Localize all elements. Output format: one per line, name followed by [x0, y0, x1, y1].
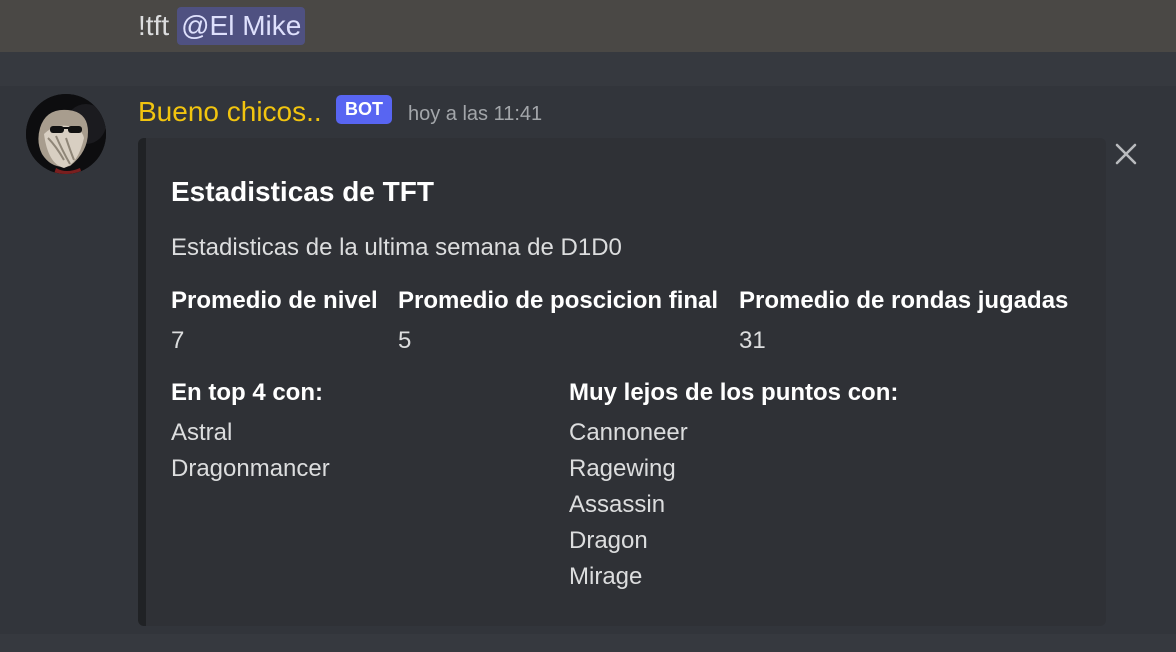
- list-item: Dragonmancer: [171, 455, 330, 482]
- list-item: Ragewing: [569, 455, 676, 482]
- field-value-posicion: 5: [398, 327, 412, 354]
- message-separator: [0, 52, 1176, 86]
- field-name-nivel: Promedio de nivel: [171, 287, 378, 314]
- list-item: Assassin: [569, 491, 666, 518]
- avatar[interactable]: [26, 94, 106, 174]
- list-item: Dragon: [569, 527, 648, 554]
- author-name[interactable]: Bueno chicos..: [138, 92, 322, 132]
- bearded-sunglasses-avatar-icon: [26, 94, 106, 174]
- user-mention[interactable]: @El Mike: [177, 7, 306, 45]
- bot-badge: BOT: [336, 95, 392, 124]
- embed-title: Estadisticas de TFT: [171, 176, 434, 207]
- field-name-rondas: Promedio de rondas jugadas: [739, 287, 1069, 314]
- previous-message-text: !tft @El Mike: [138, 6, 306, 46]
- message-list-bottom: [0, 634, 1176, 652]
- embed-description: Estadisticas de la ultima semana de D1D0: [171, 234, 622, 261]
- field-value-nivel: 7: [171, 327, 185, 354]
- command-text: !tft: [138, 10, 170, 41]
- previous-message: !tft @El Mike: [0, 0, 1176, 52]
- list-item: Cannoneer: [569, 419, 688, 446]
- list-item: Mirage: [569, 563, 643, 590]
- field-name-posicion: Promedio de poscicion final: [398, 287, 719, 314]
- message-timestamp: hoy a las 11:41: [408, 103, 543, 125]
- field-value-rondas: 31: [739, 327, 766, 354]
- close-icon[interactable]: [1112, 140, 1140, 168]
- field-name-far: Muy lejos de los puntos con:: [569, 379, 899, 406]
- field-name-top4: En top 4 con:: [171, 379, 323, 406]
- list-item: Astral: [171, 419, 233, 446]
- top4-list: Astral Dragonmancer: [171, 415, 330, 487]
- far-list: Cannoneer Ragewing Assassin Dragon Mirag…: [569, 415, 688, 595]
